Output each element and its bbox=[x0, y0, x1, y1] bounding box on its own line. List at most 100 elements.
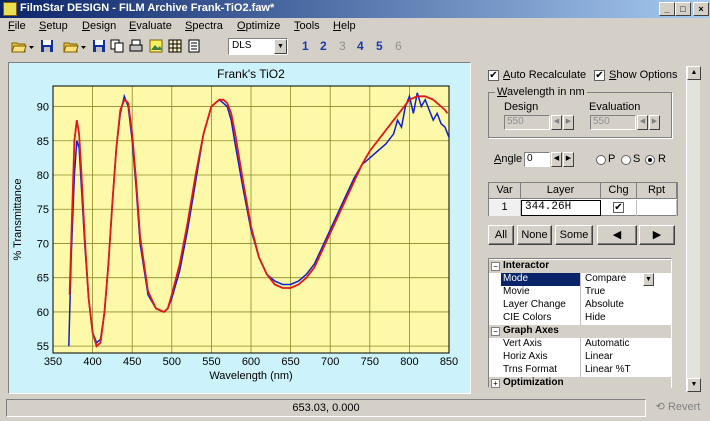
grid-header-layer[interactable]: Layer bbox=[521, 183, 601, 199]
x-tick-label: 600 bbox=[242, 356, 260, 368]
property-grid[interactable]: − Interactor Mode Compare ▼ Movie True Layer… bbox=[488, 258, 672, 390]
open-dropdown-arrow[interactable] bbox=[26, 37, 36, 55]
options-panel: ✔ Auto Recalculate ✔ Show Options Wavele… bbox=[478, 62, 701, 394]
x-tick-label: 350 bbox=[44, 356, 62, 368]
menu-file[interactable]: File bbox=[8, 20, 26, 32]
layer-4-button[interactable]: 4 bbox=[357, 39, 364, 53]
show-options-checkbox[interactable]: ✔ bbox=[594, 70, 605, 81]
category-graph-axes[interactable]: − Graph Axes bbox=[489, 325, 671, 338]
grid-cell-chg[interactable]: ✔ bbox=[601, 200, 637, 216]
design-spin-left[interactable]: ◀ bbox=[551, 115, 562, 130]
evaluation-spin-right[interactable]: ▶ bbox=[649, 115, 660, 130]
auto-recalculate-checkbox[interactable]: ✔ bbox=[488, 70, 499, 81]
scroll-down-arrow[interactable]: ▼ bbox=[687, 378, 701, 392]
panel-scrollbar[interactable]: ▲ ▼ bbox=[686, 66, 701, 392]
angle-spin-left[interactable]: ◀ bbox=[551, 152, 562, 167]
design-label: Design bbox=[504, 101, 539, 113]
prop-cie-colors[interactable]: CIE Colors Hide bbox=[489, 312, 671, 325]
x-tick-label: 650 bbox=[281, 356, 299, 368]
evaluation-wavelength-field[interactable]: 550 bbox=[590, 115, 636, 130]
layer-2-button[interactable]: 2 bbox=[320, 39, 327, 53]
design-wavelength-field[interactable]: 550 bbox=[504, 115, 550, 130]
chevron-down-icon[interactable]: ▼ bbox=[274, 39, 287, 54]
open-folder-icon[interactable] bbox=[60, 37, 80, 55]
menu-spectra[interactable]: Spectra bbox=[185, 20, 223, 32]
y-tick-label: 90 bbox=[37, 102, 49, 114]
previous-layer-button[interactable]: ◀ bbox=[597, 225, 637, 245]
layer-6-button[interactable]: 6 bbox=[395, 39, 402, 53]
minimize-button[interactable]: _ bbox=[659, 2, 675, 16]
prop-trns-format[interactable]: Trns Format Linear %T bbox=[489, 364, 671, 377]
category-interactor[interactable]: − Interactor bbox=[489, 260, 671, 273]
prop-layer-change[interactable]: Layer Change Absolute bbox=[489, 299, 671, 312]
change-checkbox[interactable]: ✔ bbox=[613, 202, 624, 213]
menu-bar: File Setup Design Evaluate Spectra Optim… bbox=[0, 18, 710, 36]
save-icon[interactable] bbox=[89, 37, 109, 55]
select-some-button[interactable]: Some bbox=[555, 225, 593, 245]
select-all-button[interactable]: All bbox=[488, 225, 514, 245]
grid-cell-layer[interactable]: 344.26H bbox=[521, 200, 601, 216]
show-options-label: Show Options bbox=[609, 69, 678, 81]
layer-1-button[interactable]: 1 bbox=[302, 39, 309, 53]
plot-area[interactable]: 350 400 450 500 550 600 650 700 750 800 850 55 60 65 7… bbox=[8, 62, 471, 394]
layer-5-button[interactable]: 5 bbox=[376, 39, 383, 53]
menu-design[interactable]: Design bbox=[82, 20, 116, 32]
menu-tools[interactable]: Tools bbox=[294, 20, 320, 32]
polarization-p-radio[interactable] bbox=[596, 155, 606, 165]
next-layer-button[interactable]: ▶ bbox=[639, 225, 675, 245]
x-tick-label: 850 bbox=[440, 356, 458, 368]
status-bar: 653.03, 0.000 ⟲ Revert bbox=[0, 398, 710, 419]
open-dropdown-arrow-2[interactable] bbox=[78, 37, 88, 55]
design-spin-right[interactable]: ▶ bbox=[563, 115, 574, 130]
grid-header-rpt[interactable]: Rpt bbox=[637, 183, 677, 199]
prop-mode[interactable]: Mode Compare ▼ bbox=[489, 273, 671, 286]
app-icon bbox=[3, 2, 17, 16]
save-icon[interactable] bbox=[37, 37, 57, 55]
evaluation-spin-left[interactable]: ◀ bbox=[637, 115, 648, 130]
chart-title: Frank's TiO2 bbox=[217, 67, 285, 81]
picture-icon[interactable] bbox=[146, 37, 166, 55]
y-tick-label: 80 bbox=[37, 170, 49, 182]
title-bar: FilmStar DESIGN - FILM Archive Frank-TiO… bbox=[0, 0, 710, 18]
select-none-button[interactable]: None bbox=[517, 225, 552, 245]
menu-optimize[interactable]: Optimize bbox=[237, 20, 280, 32]
menu-help[interactable]: Help bbox=[333, 20, 356, 32]
maximize-button[interactable]: □ bbox=[675, 2, 691, 16]
prop-movie[interactable]: Movie True bbox=[489, 286, 671, 299]
menu-setup[interactable]: Setup bbox=[39, 20, 68, 32]
polarization-r-radio[interactable] bbox=[645, 155, 655, 165]
x-tick-label: 750 bbox=[361, 356, 379, 368]
grid-header-chg[interactable]: Chg bbox=[601, 183, 637, 199]
open-folder-icon[interactable] bbox=[8, 37, 28, 55]
table-icon[interactable] bbox=[165, 37, 185, 55]
grid-header-var[interactable]: Var bbox=[489, 183, 521, 199]
polarization-s-radio[interactable] bbox=[621, 155, 631, 165]
x-axis-label: Wavelength (nm) bbox=[209, 370, 292, 382]
menu-evaluate[interactable]: Evaluate bbox=[129, 20, 172, 32]
category-optimization[interactable]: + Optimization bbox=[489, 377, 671, 390]
layer-grid[interactable]: Var Layer Chg Rpt 1 344.26H ✔ bbox=[488, 182, 678, 216]
grid-cell-var[interactable]: 1 bbox=[489, 200, 521, 216]
revert-button[interactable]: ⟲ Revert bbox=[650, 399, 706, 417]
polarization-r-label: R bbox=[658, 153, 666, 165]
y-tick-label: 70 bbox=[37, 238, 49, 250]
scroll-up-arrow[interactable]: ▲ bbox=[687, 66, 701, 80]
close-button[interactable]: × bbox=[693, 2, 709, 16]
report-icon[interactable] bbox=[184, 37, 204, 55]
cursor-coordinates: 653.03, 0.000 bbox=[6, 399, 646, 417]
grid-cell-rpt[interactable] bbox=[637, 200, 677, 216]
y-axis-label: % Transmittance bbox=[12, 179, 24, 261]
polarization-p-label: P bbox=[608, 153, 616, 165]
transmittance-chart[interactable]: 350 400 450 500 550 600 650 700 750 800 850 55 60 65 7… bbox=[9, 63, 470, 393]
print-icon[interactable] bbox=[126, 37, 146, 55]
angle-field[interactable]: 0 bbox=[524, 152, 550, 167]
y-tick-label: 65 bbox=[37, 273, 49, 285]
prop-vert-axis[interactable]: Vert Axis Automatic bbox=[489, 338, 671, 351]
prop-horiz-axis[interactable]: Horiz Axis Linear bbox=[489, 351, 671, 364]
layer-3-button[interactable]: 3 bbox=[339, 39, 346, 53]
angle-spin-right[interactable]: ▶ bbox=[563, 152, 574, 167]
layer-mode-select[interactable]: DLS ▼ bbox=[228, 38, 288, 55]
chevron-down-icon[interactable]: ▼ bbox=[643, 273, 654, 286]
copy-icon[interactable] bbox=[107, 37, 127, 55]
evaluation-label: Evaluation bbox=[589, 101, 641, 113]
